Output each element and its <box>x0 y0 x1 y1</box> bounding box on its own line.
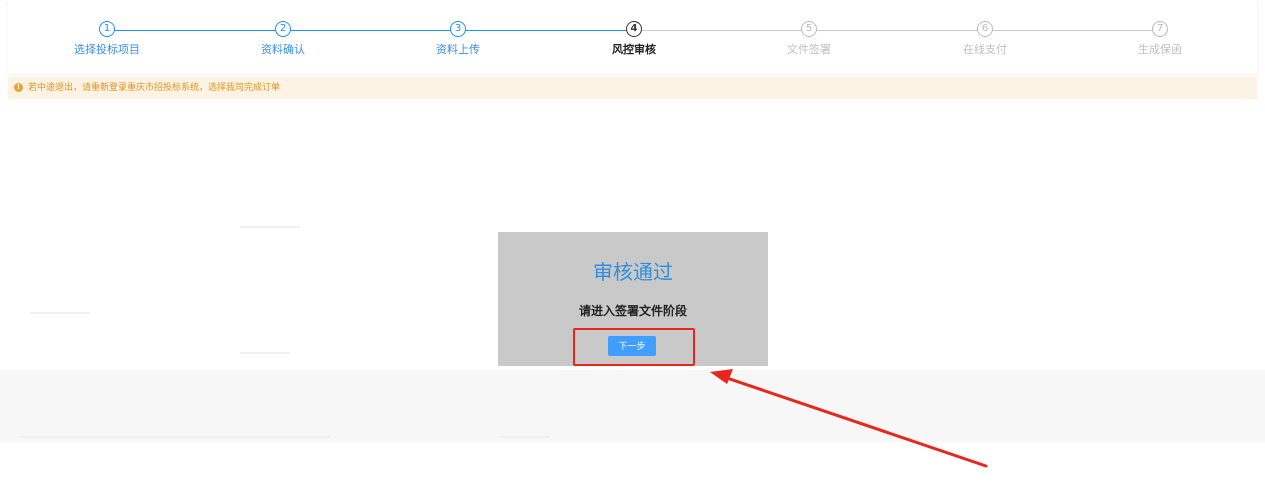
page: 1 选择投标项目 2 资料确认 3 资料上传 4 风控审核 5 文件签署 6 在… <box>0 0 1265 483</box>
annotation-arrow-icon <box>710 369 988 468</box>
